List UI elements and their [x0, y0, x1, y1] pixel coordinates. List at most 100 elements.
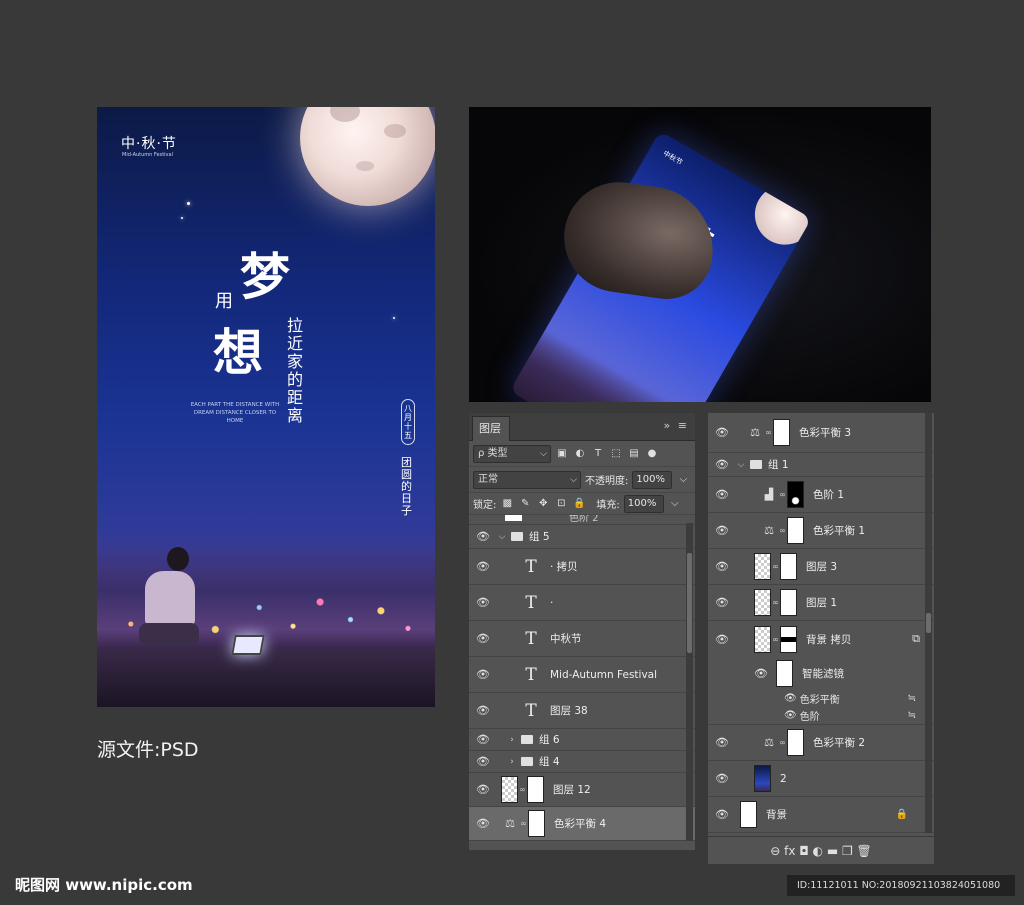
visibility-eye-icon[interactable]: 👁 [708, 458, 736, 471]
filter-options-icon[interactable]: ≒ [908, 693, 916, 704]
layer-group-4[interactable]: 👁 › 组 4 [469, 751, 695, 773]
layer-text-copy[interactable]: 👁 T · 拷贝 [469, 549, 695, 585]
layer-2[interactable]: 👁 2 [708, 761, 934, 797]
lock-brush-icon[interactable]: ✎ [518, 497, 532, 511]
layer-name: 图层 1 [806, 597, 838, 609]
lock-all-icon[interactable]: 🔒 [572, 497, 586, 511]
shape-filter-icon[interactable]: ⬚ [609, 447, 623, 461]
visibility-eye-icon[interactable]: 👁 [469, 704, 497, 717]
chevron-down-icon[interactable]: ⌵ [736, 460, 746, 470]
blend-mode-select[interactable]: 正常 ⌵ [473, 470, 581, 489]
layer-text-midautumn[interactable]: 👁 T Mid-Autumn Festival [469, 657, 695, 693]
adjustment-filter-icon[interactable]: ◐ [573, 447, 587, 461]
layer-colorbalance-1[interactable]: 👁 ⚖ ∞ 色彩平衡 1 [708, 513, 934, 549]
visibility-eye-icon[interactable]: 👁 [469, 783, 497, 796]
filter-row: ρ 类型 ⌵ ▣ ◐ T ⬚ ▤ ● [469, 441, 695, 467]
blend-row: 正常 ⌵ 不透明度: 100% ⌵ [469, 467, 695, 493]
visibility-eye-icon[interactable]: 👁 [708, 736, 736, 749]
poster-title-meng: 梦 [240, 247, 290, 306]
type-filter-icon[interactable]: T [591, 447, 605, 461]
visibility-eye-icon[interactable]: 👁 [469, 668, 497, 681]
layer-text-zhongqiu[interactable]: 👁 T 中秋节 [469, 621, 695, 657]
visibility-eye-icon[interactable]: 👁 [784, 693, 797, 704]
lock-transparent-icon[interactable]: ▩ [500, 497, 514, 511]
layer-text-38[interactable]: 👁 T 图层 38 [469, 693, 695, 729]
lock-artboard-icon[interactable]: ⊡ [554, 497, 568, 511]
filter-mask-thumbnail [776, 659, 793, 687]
visibility-eye-icon[interactable]: 👁 [469, 817, 497, 830]
panel-footer-icons[interactable]: ⊖ fx ◘ ◐ ▬ ❐ 🗑 [770, 844, 872, 858]
layer-thumbnail [754, 625, 771, 653]
visibility-eye-icon[interactable]: 👁 [708, 633, 736, 646]
lock-move-icon[interactable]: ✥ [536, 497, 550, 511]
visibility-eye-icon[interactable]: 👁 [784, 710, 797, 721]
visibility-eye-icon[interactable]: 👁 [469, 755, 497, 768]
panel-menu-icon[interactable]: » ≡ [664, 419, 689, 432]
visibility-eye-icon[interactable]: 👁 [708, 524, 736, 537]
opacity-dropdown-icon[interactable]: ⌵ [676, 473, 690, 487]
visibility-eye-icon[interactable]: 👁 [469, 632, 497, 645]
chevron-down-icon[interactable]: ⌵ [497, 532, 507, 542]
poster-date: 八月十五 [401, 399, 415, 445]
type-layer-icon: T [525, 700, 537, 721]
opacity-input[interactable]: 100% [632, 470, 673, 489]
layer-3[interactable]: 👁 ∞ 图层 3 [708, 549, 934, 585]
pixel-filter-icon[interactable]: ▣ [555, 447, 569, 461]
poster-title-yong: 用 [215, 291, 233, 312]
visibility-eye-icon[interactable]: 👁 [469, 596, 497, 609]
layer-colorbalance-2[interactable]: 👁 ⚖ ∞ 色彩平衡 2 [708, 725, 934, 761]
link-icon: ∞ [772, 562, 779, 571]
smart-filter-colorbalance[interactable]: 👁 色彩平衡 ≒ [708, 689, 934, 707]
balance-scale-icon: ⚖ [764, 736, 774, 749]
poster-english: EACH PART THE DISTANCE WITH DREAM DISTAN… [190, 402, 280, 424]
layer-1[interactable]: 👁 ∞ 图层 1 [708, 585, 934, 621]
smart-filters-row[interactable]: 👁 智能滤镜 [708, 657, 934, 689]
layer-name: 色彩平衡 2 [813, 737, 866, 749]
smart-filter-levels[interactable]: 👁 色阶 ≒ [708, 707, 934, 725]
fill-dropdown-icon[interactable]: ⌵ [668, 497, 682, 511]
visibility-eye-icon[interactable]: 👁 [708, 560, 736, 573]
layer-name: 图层 3 [806, 561, 838, 573]
layer-group-5[interactable]: 👁 ⌵ 组 5 [469, 525, 695, 549]
layer-name: 图层 38 [550, 705, 588, 717]
chevron-right-icon[interactable]: › [507, 735, 517, 745]
visibility-eye-icon[interactable]: 👁 [469, 560, 497, 573]
scrollbar[interactable] [686, 523, 693, 841]
layer-colorbalance-3[interactable]: 👁 ⚖ ∞ 色彩平衡 3 [708, 413, 934, 453]
layer-row-partial[interactable]: 色阶 2 [469, 515, 695, 525]
layer-bg-copy[interactable]: 👁 ∞ 背景 拷贝 ⧉ [708, 621, 934, 657]
star [393, 317, 395, 319]
lock-label: 锁定: [473, 500, 497, 511]
chevron-right-icon[interactable]: › [507, 757, 517, 767]
filter-type-select[interactable]: ρ 类型 ⌵ [473, 444, 551, 463]
fill-input[interactable]: 100% [623, 494, 664, 513]
filter-toggle-icon[interactable]: ● [645, 447, 659, 461]
layer-colorbalance-4[interactable]: 👁 ⚖ ∞ 色彩平衡 4 [469, 807, 695, 841]
layer-text-dot[interactable]: 👁 T · [469, 585, 695, 621]
lock-row: 锁定: ▩ ✎ ✥ ⊡ 🔒 填充: 100% ⌵ [469, 493, 695, 515]
visibility-eye-icon[interactable]: 👁 [708, 488, 736, 501]
visibility-eye-icon[interactable]: 👁 [469, 733, 497, 746]
visibility-eye-icon[interactable]: 👁 [708, 667, 768, 680]
layer-name: 智能滤镜 [802, 667, 844, 680]
panel-tabbar: 图层 » ≡ [469, 413, 695, 441]
filter-options-icon[interactable]: ≒ [908, 710, 916, 721]
link-icon: ∞ [779, 526, 786, 535]
layer-12[interactable]: 👁 ∞ 图层 12 [469, 773, 695, 807]
layer-group-6[interactable]: 👁 › 组 6 [469, 729, 695, 751]
visibility-eye-icon[interactable]: 👁 [708, 808, 736, 821]
caption: 源文件:PSD [97, 739, 199, 761]
layer-background[interactable]: 👁 背景 🔒 [708, 797, 934, 833]
layer-levels-1[interactable]: 👁 ▟ ∞ 色阶 1 [708, 477, 934, 513]
scrollbar[interactable] [925, 413, 932, 833]
tab-layers[interactable]: 图层 [472, 416, 510, 441]
mask-thumbnail [780, 625, 797, 653]
layer-thumbnail [754, 765, 771, 792]
smart-object-filter-icon[interactable]: ▤ [627, 447, 641, 461]
visibility-eye-icon[interactable]: 👁 [469, 530, 497, 543]
mask-thumbnail [787, 481, 804, 508]
visibility-eye-icon[interactable]: 👁 [708, 772, 736, 785]
visibility-eye-icon[interactable]: 👁 [708, 426, 736, 439]
visibility-eye-icon[interactable]: 👁 [708, 596, 736, 609]
layer-group-1[interactable]: 👁 ⌵ 组 1 [708, 453, 934, 477]
